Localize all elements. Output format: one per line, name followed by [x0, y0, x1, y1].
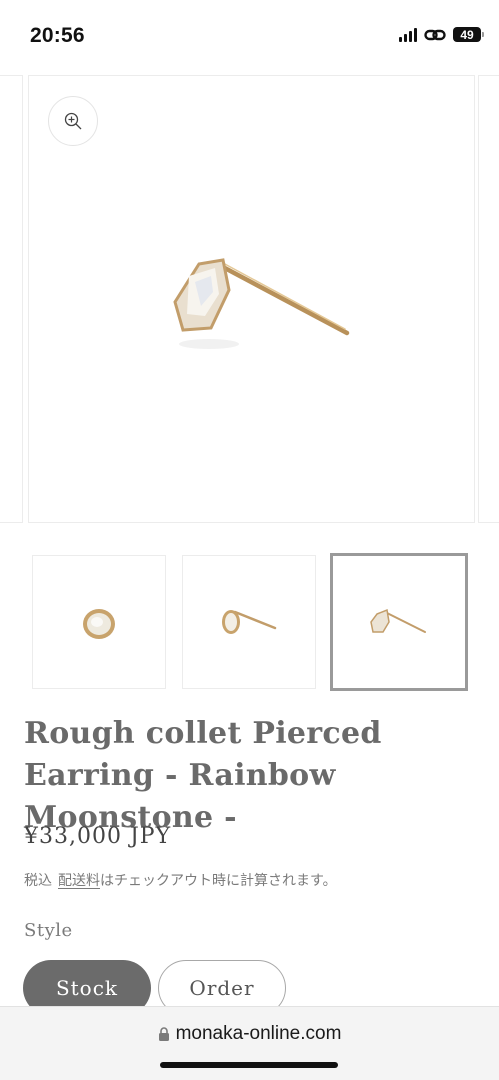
thumbnail-3-selected[interactable] — [330, 553, 468, 691]
url-text: monaka-online.com — [175, 1023, 342, 1044]
product-price: ¥33,000 JPY — [24, 824, 172, 849]
browser-address-bar: monaka-online.com — [0, 1006, 499, 1080]
previous-slide[interactable] — [0, 75, 23, 523]
tax-note-suffix: はチェックアウト時に計算されます。 — [100, 873, 337, 889]
status-bar: 20:56 49 — [0, 0, 499, 70]
thumbnail-1[interactable] — [32, 555, 166, 689]
url-field[interactable]: monaka-online.com — [0, 1023, 499, 1045]
earring-image — [173, 258, 350, 349]
link-icon — [424, 29, 446, 40]
status-icons: 49 — [399, 27, 484, 42]
next-slide[interactable] — [478, 75, 499, 523]
main-product-image[interactable] — [28, 75, 475, 523]
thumbnail-2[interactable] — [182, 555, 316, 689]
shipping-link[interactable]: 配送料 — [58, 873, 100, 889]
battery-level: 49 — [460, 27, 474, 42]
earring-angled-thumbnail — [222, 610, 277, 634]
style-option-label: Style — [24, 920, 73, 941]
status-time: 20:56 — [30, 24, 85, 47]
tax-shipping-note: 税込 配送料はチェックアウト時に計算されます。 — [24, 870, 337, 890]
zoom-button[interactable] — [48, 96, 98, 146]
lock-icon — [158, 1026, 169, 1041]
product-gallery — [0, 75, 499, 525]
thumbnail-strip — [0, 553, 499, 693]
signal-icon — [399, 27, 417, 42]
tax-included-label: 税込 — [24, 873, 52, 889]
product-title: Rough collet Pierced Earring - Rainbow M… — [24, 716, 382, 835]
battery-icon: 49 — [453, 27, 484, 42]
home-indicator[interactable] — [160, 1062, 338, 1068]
earring-side-thumbnail — [370, 608, 426, 633]
zoom-in-icon — [64, 112, 82, 130]
earring-front-thumbnail — [83, 609, 115, 639]
